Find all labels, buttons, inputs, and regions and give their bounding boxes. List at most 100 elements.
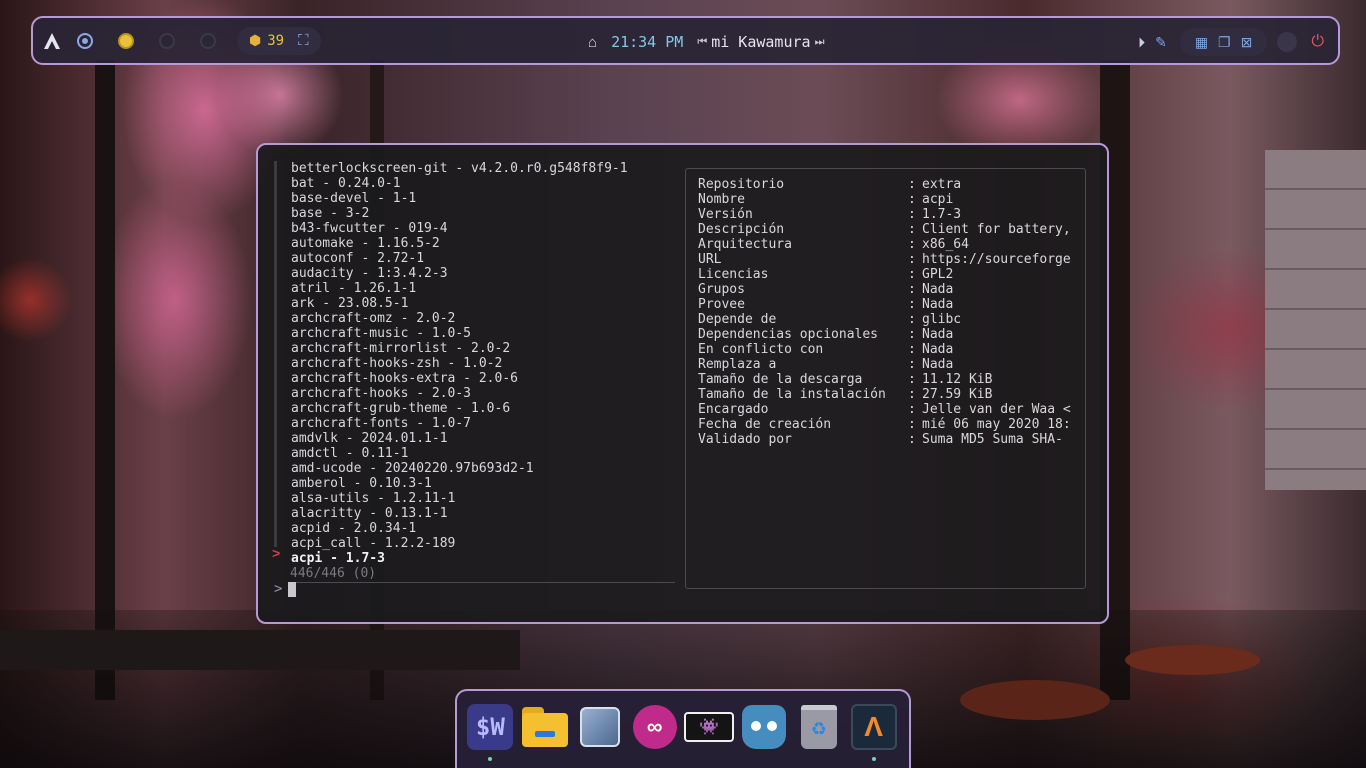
info-row: Fecha de creación: mié 06 may 2020 18: [698,417,1085,432]
package-list-item[interactable]: alsa-utils - 1.2.11-1 [277,491,679,506]
power-icon[interactable]: ⏻ [1311,33,1324,51]
info-separator: : [908,342,916,357]
terminal-window[interactable]: betterlockscreen-git - v4.2.0.r0.g548f8f… [256,143,1109,624]
info-key: Descripción [698,222,785,237]
workspace-3-button[interactable] [159,32,175,49]
window-stack-icon[interactable]: ❐ [1218,34,1231,51]
dock-app-files[interactable] [520,701,571,753]
info-key: Tamaño de la descarga [698,372,863,387]
next-track-icon[interactable]: ⏭ [815,36,825,49]
package-list-item[interactable]: archcraft-omz - 2.0-2 [277,311,679,326]
info-row: Grupos: Nada [698,282,1085,297]
package-list-item[interactable]: automake - 1.16.5-2 [277,236,679,251]
wallpaper-detail [1265,150,1366,490]
updates-widget[interactable]: ⬢ 39 ⛶ [237,26,321,55]
fuzzy-search-prompt[interactable]: > [274,581,297,597]
dock-app-godot[interactable] [739,701,790,753]
package-list-item[interactable]: amdvlk - 2024.01.1-1 [277,431,679,446]
package-info-preview: Repositorio: extra Nombre: acpi Versión:1.7-… [685,168,1086,589]
alacritty-icon: Λ [850,703,897,750]
info-key: Fecha de creación [698,417,832,432]
package-list-item[interactable]: atril - 1.26.1-1 [277,281,679,296]
info-row: Provee: Nada [698,297,1085,312]
package-list-item[interactable]: acpi_call - 1.2.2-189 [277,536,679,551]
wallpaper-detail [960,680,1110,720]
package-list-item[interactable]: archcraft-grub-theme - 1.0-6 [277,401,679,416]
info-separator: : [908,387,916,402]
panel-left-section: ⬢ 39 ⛶ [41,24,321,57]
prompt-symbol: > [274,581,283,597]
info-row: Depende de: glibc [698,312,1085,327]
package-list-item[interactable]: amberol - 0.10.3-1 [277,476,679,491]
info-value: Nada [922,282,954,297]
info-key: Encargado [698,402,769,417]
workspace-4-button[interactable] [200,32,216,49]
package-list-item[interactable]: base-devel - 1-1 [277,191,679,206]
dock-app-alacritty[interactable]: Λ [848,701,899,761]
package-list-item[interactable]: base - 3-2 [277,206,679,221]
package-list-item[interactable]: ark - 23.08.5-1 [277,296,679,311]
info-key: Remplaza a [698,357,777,372]
now-playing-title[interactable]: mi Kawamura [711,33,810,51]
package-list-item[interactable]: alacritty - 0.13.1-1 [277,506,679,521]
screenshot-icon[interactable]: ⛶ [298,32,309,49]
dock-app-virtualbox[interactable] [575,701,626,753]
package-list-item[interactable]: amdctl - 0.11-1 [277,446,679,461]
godot-icon [742,704,787,749]
dock-app-infinity[interactable]: ∞ [629,701,680,753]
info-row: Dependencias opcionales: Nada [698,327,1085,342]
workspace-1-button[interactable] [77,32,93,49]
package-list-item[interactable]: audacity - 1:3.4.2-3 [277,266,679,281]
package-list[interactable]: betterlockscreen-git - v4.2.0.r0.g548f8f… [274,161,679,566]
notes-icon[interactable]: ✎ [1155,34,1167,51]
info-row: Descripción: Client for battery, [698,222,1085,237]
package-list-item[interactable]: archcraft-mirrorlist - 2.0-2 [277,341,679,356]
package-list-item[interactable]: archcraft-music - 1.0-5 [277,326,679,341]
package-list-item[interactable]: archcraft-hooks-zsh - 1.0-2 [277,356,679,371]
package-list-item[interactable]: autoconf - 2.72-1 [277,251,679,266]
package-list-item[interactable]: b43-fwcutter - 019-4 [277,221,679,236]
media-control-icon[interactable]: ⏵ [1138,34,1145,51]
package-list-item[interactable]: bat - 0.24.0-1 [277,176,679,191]
info-key: Licencias [698,267,769,282]
home-icon[interactable]: ⌂ [588,34,597,51]
package-list-item[interactable]: acpid - 2.0.34-1 [277,521,679,536]
info-key: Dependencias opcionales [698,327,879,342]
close-window-icon[interactable]: ⊠ [1241,34,1253,51]
info-value: https://sourceforge [922,252,1071,267]
info-value: Nada [922,342,954,357]
info-separator: : [908,297,916,312]
selected-package-item[interactable]: acpi - 1.7-3 [277,551,679,566]
package-list-item[interactable]: amd-ucode - 20240220.97b693d2-1 [277,461,679,476]
info-row: Licencias: GPL2 [698,267,1085,282]
info-separator: : [908,357,916,372]
package-list-item[interactable]: archcraft-hooks - 2.0-3 [277,386,679,401]
info-separator: : [908,432,916,447]
info-value: Nada [922,357,954,372]
package-list-item[interactable]: betterlockscreen-git - v4.2.0.r0.g548f8f… [277,161,679,176]
dock-app-retroarch[interactable]: 👾 [684,701,735,753]
previous-track-icon[interactable]: ⏮ [697,36,707,49]
dock-app-trash[interactable]: ♻ [794,701,845,753]
info-row: Tamaño de la instalación:27.59 KiB [698,387,1085,402]
arch-logo-icon[interactable] [41,30,63,52]
info-separator: : [908,237,916,252]
layout-tiles-icon[interactable]: ▦ [1195,34,1208,51]
info-separator: : [908,327,916,342]
info-key: Versión [698,207,753,222]
clock[interactable]: 21:34 PM [611,33,683,51]
dock-app-w[interactable]: $W [465,701,516,761]
workspace-2-button[interactable] [118,32,134,49]
info-row: Tamaño de la descarga:11.12 KiB [698,372,1085,387]
info-row: Validado por: Suma MD5 Suma SHA- [698,432,1085,447]
info-value: glibc [922,312,962,327]
updates-count: 39 [267,32,285,49]
info-separator: : [908,402,916,417]
info-row: Repositorio: extra [698,177,1085,192]
info-key: Arquitectura [698,237,792,252]
info-row: URL: https://sourceforge [698,252,1085,267]
info-key: Provee [698,297,745,312]
package-list-item[interactable]: archcraft-fonts - 1.0-7 [277,416,679,431]
package-list-item[interactable]: archcraft-hooks-extra - 2.0-6 [277,371,679,386]
info-separator: : [908,417,916,432]
